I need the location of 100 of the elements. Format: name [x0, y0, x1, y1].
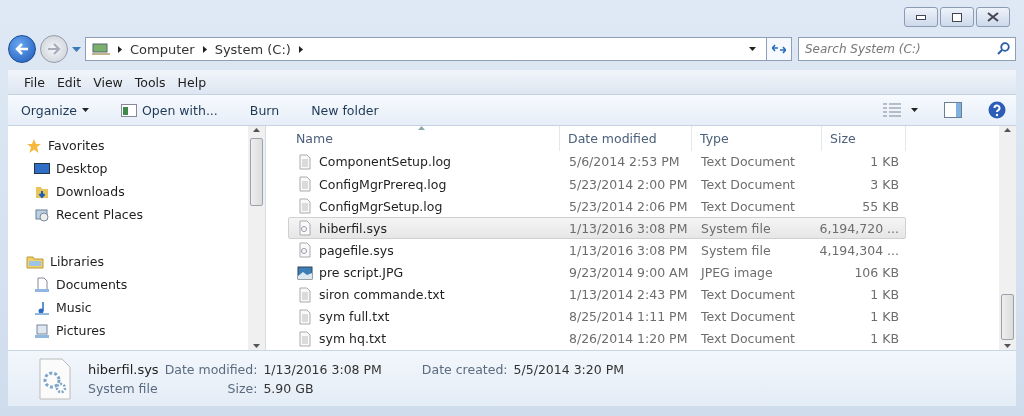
preview-pane-icon[interactable]: [944, 102, 962, 118]
pictures-icon: [34, 322, 50, 339]
breadcrumb-arrow-icon[interactable]: [118, 45, 122, 53]
file-name-cell: ConfigMgrPrereq.log: [289, 176, 561, 193]
file-row[interactable]: pre script.JPG 9/23/2014 9:00 AM JPEG image 106 KB: [288, 261, 906, 284]
date-cell-text: 8/26/2014 1:20 PM: [568, 331, 689, 347]
selected-file-name: hiberfil.sys: [88, 361, 159, 377]
desktop-icon: [34, 161, 50, 176]
sidebar-item[interactable]: Libraries: [26, 250, 248, 273]
type-cell-text: JPEG image: [699, 265, 774, 281]
text-file-icon: [297, 286, 313, 303]
sidebar-item[interactable]: Music: [26, 296, 248, 319]
refresh-button[interactable]: [766, 37, 792, 61]
type-cell-text: Text Document: [700, 309, 796, 325]
scroll-down-icon: [253, 344, 260, 348]
menu-item[interactable]: Tools: [128, 74, 172, 90]
help-icon[interactable]: [988, 101, 1006, 119]
file-name-cell: pagefile.sys: [289, 242, 561, 259]
minimize-button[interactable]: [904, 7, 938, 27]
size-cell-text: 1 KB: [869, 309, 900, 325]
documents-icon: [34, 276, 50, 293]
back-arrow-icon: [15, 43, 29, 55]
file-name-cell: pre script.JPG: [289, 264, 561, 281]
column-header[interactable]: Size: [822, 126, 906, 151]
file-name-cell: sym full.txt: [289, 308, 561, 325]
menu-item[interactable]: Help: [171, 74, 213, 90]
sidebar-item[interactable]: Recent Places: [26, 203, 248, 226]
type-cell-text: Text Document: [700, 176, 796, 192]
type-cell-text: Text Document: [700, 331, 796, 347]
column-header[interactable]: Date modified: [560, 126, 692, 151]
music-note-icon: [34, 299, 50, 316]
scroll-thumb[interactable]: [1001, 294, 1014, 340]
close-button[interactable]: [976, 7, 1010, 27]
file-name-cell: ComponentSetup.log: [289, 153, 561, 170]
view-dropdown-icon: [911, 108, 918, 112]
scroll-down-icon: [1004, 344, 1011, 348]
maximize-button[interactable]: [940, 7, 974, 27]
sidebar-item[interactable]: Favorites: [26, 134, 248, 157]
date-cell-text: 9/23/2014 9:00 AM: [568, 265, 690, 281]
refresh-arrows-icon: [772, 44, 786, 54]
file-list-scrollbar[interactable]: [999, 126, 1016, 350]
history-dropdown-icon[interactable]: [72, 46, 81, 52]
detail-value: 1/13/2016 3:08 PM: [263, 361, 382, 377]
type-cell-text: System file: [700, 242, 772, 258]
column-header[interactable]: Type: [692, 126, 822, 151]
menu-item[interactable]: View: [87, 74, 129, 90]
system-file-icon: [297, 220, 313, 237]
menu-item[interactable]: Edit: [50, 74, 88, 90]
file-row[interactable]: ComponentSetup.log 5/6/2014 2:53 PM Text Document 1 KB: [288, 150, 906, 174]
file-row[interactable]: pagefile.sys 1/13/2016 3:08 PM System file 4,194,304 ...: [288, 239, 906, 262]
system-file-gears-icon: [38, 357, 72, 400]
detail-value: 5.90 GB: [263, 380, 315, 396]
toolbar-button[interactable]: Burn: [246, 100, 283, 120]
size-cell-text: 1 KB: [869, 331, 900, 347]
breadcrumb-arrow-icon[interactable]: [298, 45, 303, 53]
file-row[interactable]: ConfigMgrSetup.log 5/23/2014 2:06 PM Text Document 55 KB: [288, 195, 906, 218]
file-name-cell: sym hq.txt: [289, 330, 561, 347]
type-cell-text: Text Document: [700, 287, 796, 303]
sidebar-item[interactable]: Documents: [26, 273, 248, 296]
size-cell-text: 3 KB: [869, 176, 900, 192]
toolbar-button[interactable]: Open with...: [118, 100, 221, 120]
file-row[interactable]: siron commande.txt 1/13/2014 2:43 PM Text Document 1 KB: [288, 283, 906, 306]
image-file-icon: [297, 264, 313, 281]
breadcrumb-arrow-icon[interactable]: [202, 45, 207, 53]
date-cell-text: 5/23/2014 2:06 PM: [568, 198, 689, 214]
file-row[interactable]: hiberfil.sys 1/13/2016 3:08 PM System file 6,194,720 ...: [288, 217, 906, 240]
forward-arrow-icon: [47, 43, 61, 55]
file-row[interactable]: sym hq.txt 8/26/2014 1:20 PM Text Document 1 KB: [288, 327, 906, 351]
breadcrumb[interactable]: System (C:): [214, 41, 291, 57]
text-file-icon: [297, 308, 313, 325]
menu-item[interactable]: File: [18, 74, 51, 90]
open-with-icon: [121, 103, 137, 117]
text-file-icon: [297, 176, 313, 193]
file-row[interactable]: sym full.txt 8/25/2014 1:11 PM Text Document 1 KB: [288, 305, 906, 328]
search-icon[interactable]: [997, 42, 1010, 55]
sidebar-item[interactable]: Desktop: [26, 157, 248, 180]
text-file-icon: [297, 198, 313, 215]
file-row[interactable]: ConfigMgrPrereq.log 5/23/2014 2:00 PM Text Document 3 KB: [288, 173, 906, 196]
computer-icon: [92, 42, 110, 56]
toolbar-button[interactable]: Organize: [18, 100, 92, 120]
scroll-thumb[interactable]: [250, 138, 263, 206]
size-cell-text: 106 KB: [853, 265, 900, 281]
toolbar-button[interactable]: New folder: [308, 100, 382, 120]
sidebar-item[interactable]: Pictures: [26, 319, 248, 342]
scroll-up-icon: [253, 128, 260, 132]
sidebar-scrollbar[interactable]: [248, 126, 265, 350]
system-file-icon: [297, 242, 313, 259]
back-button[interactable]: [8, 35, 36, 63]
size-cell-text: 1 KB: [869, 154, 900, 170]
file-name-cell: siron commande.txt: [289, 286, 561, 303]
sidebar-item[interactable]: Downloads: [26, 180, 248, 203]
date-cell-text: 1/13/2016 3:08 PM: [568, 220, 689, 236]
address-bar[interactable]: Computer System (C:): [85, 37, 767, 61]
date-cell-text: 5/6/2014 2:53 PM: [568, 154, 681, 170]
detail-label: Date created:: [421, 361, 508, 377]
minimize-icon: [916, 14, 926, 20]
type-cell-text: System file: [700, 220, 772, 236]
close-icon: [987, 12, 999, 22]
breadcrumb[interactable]: Computer: [130, 41, 195, 57]
search-field[interactable]: Search System (C:): [798, 37, 1016, 61]
